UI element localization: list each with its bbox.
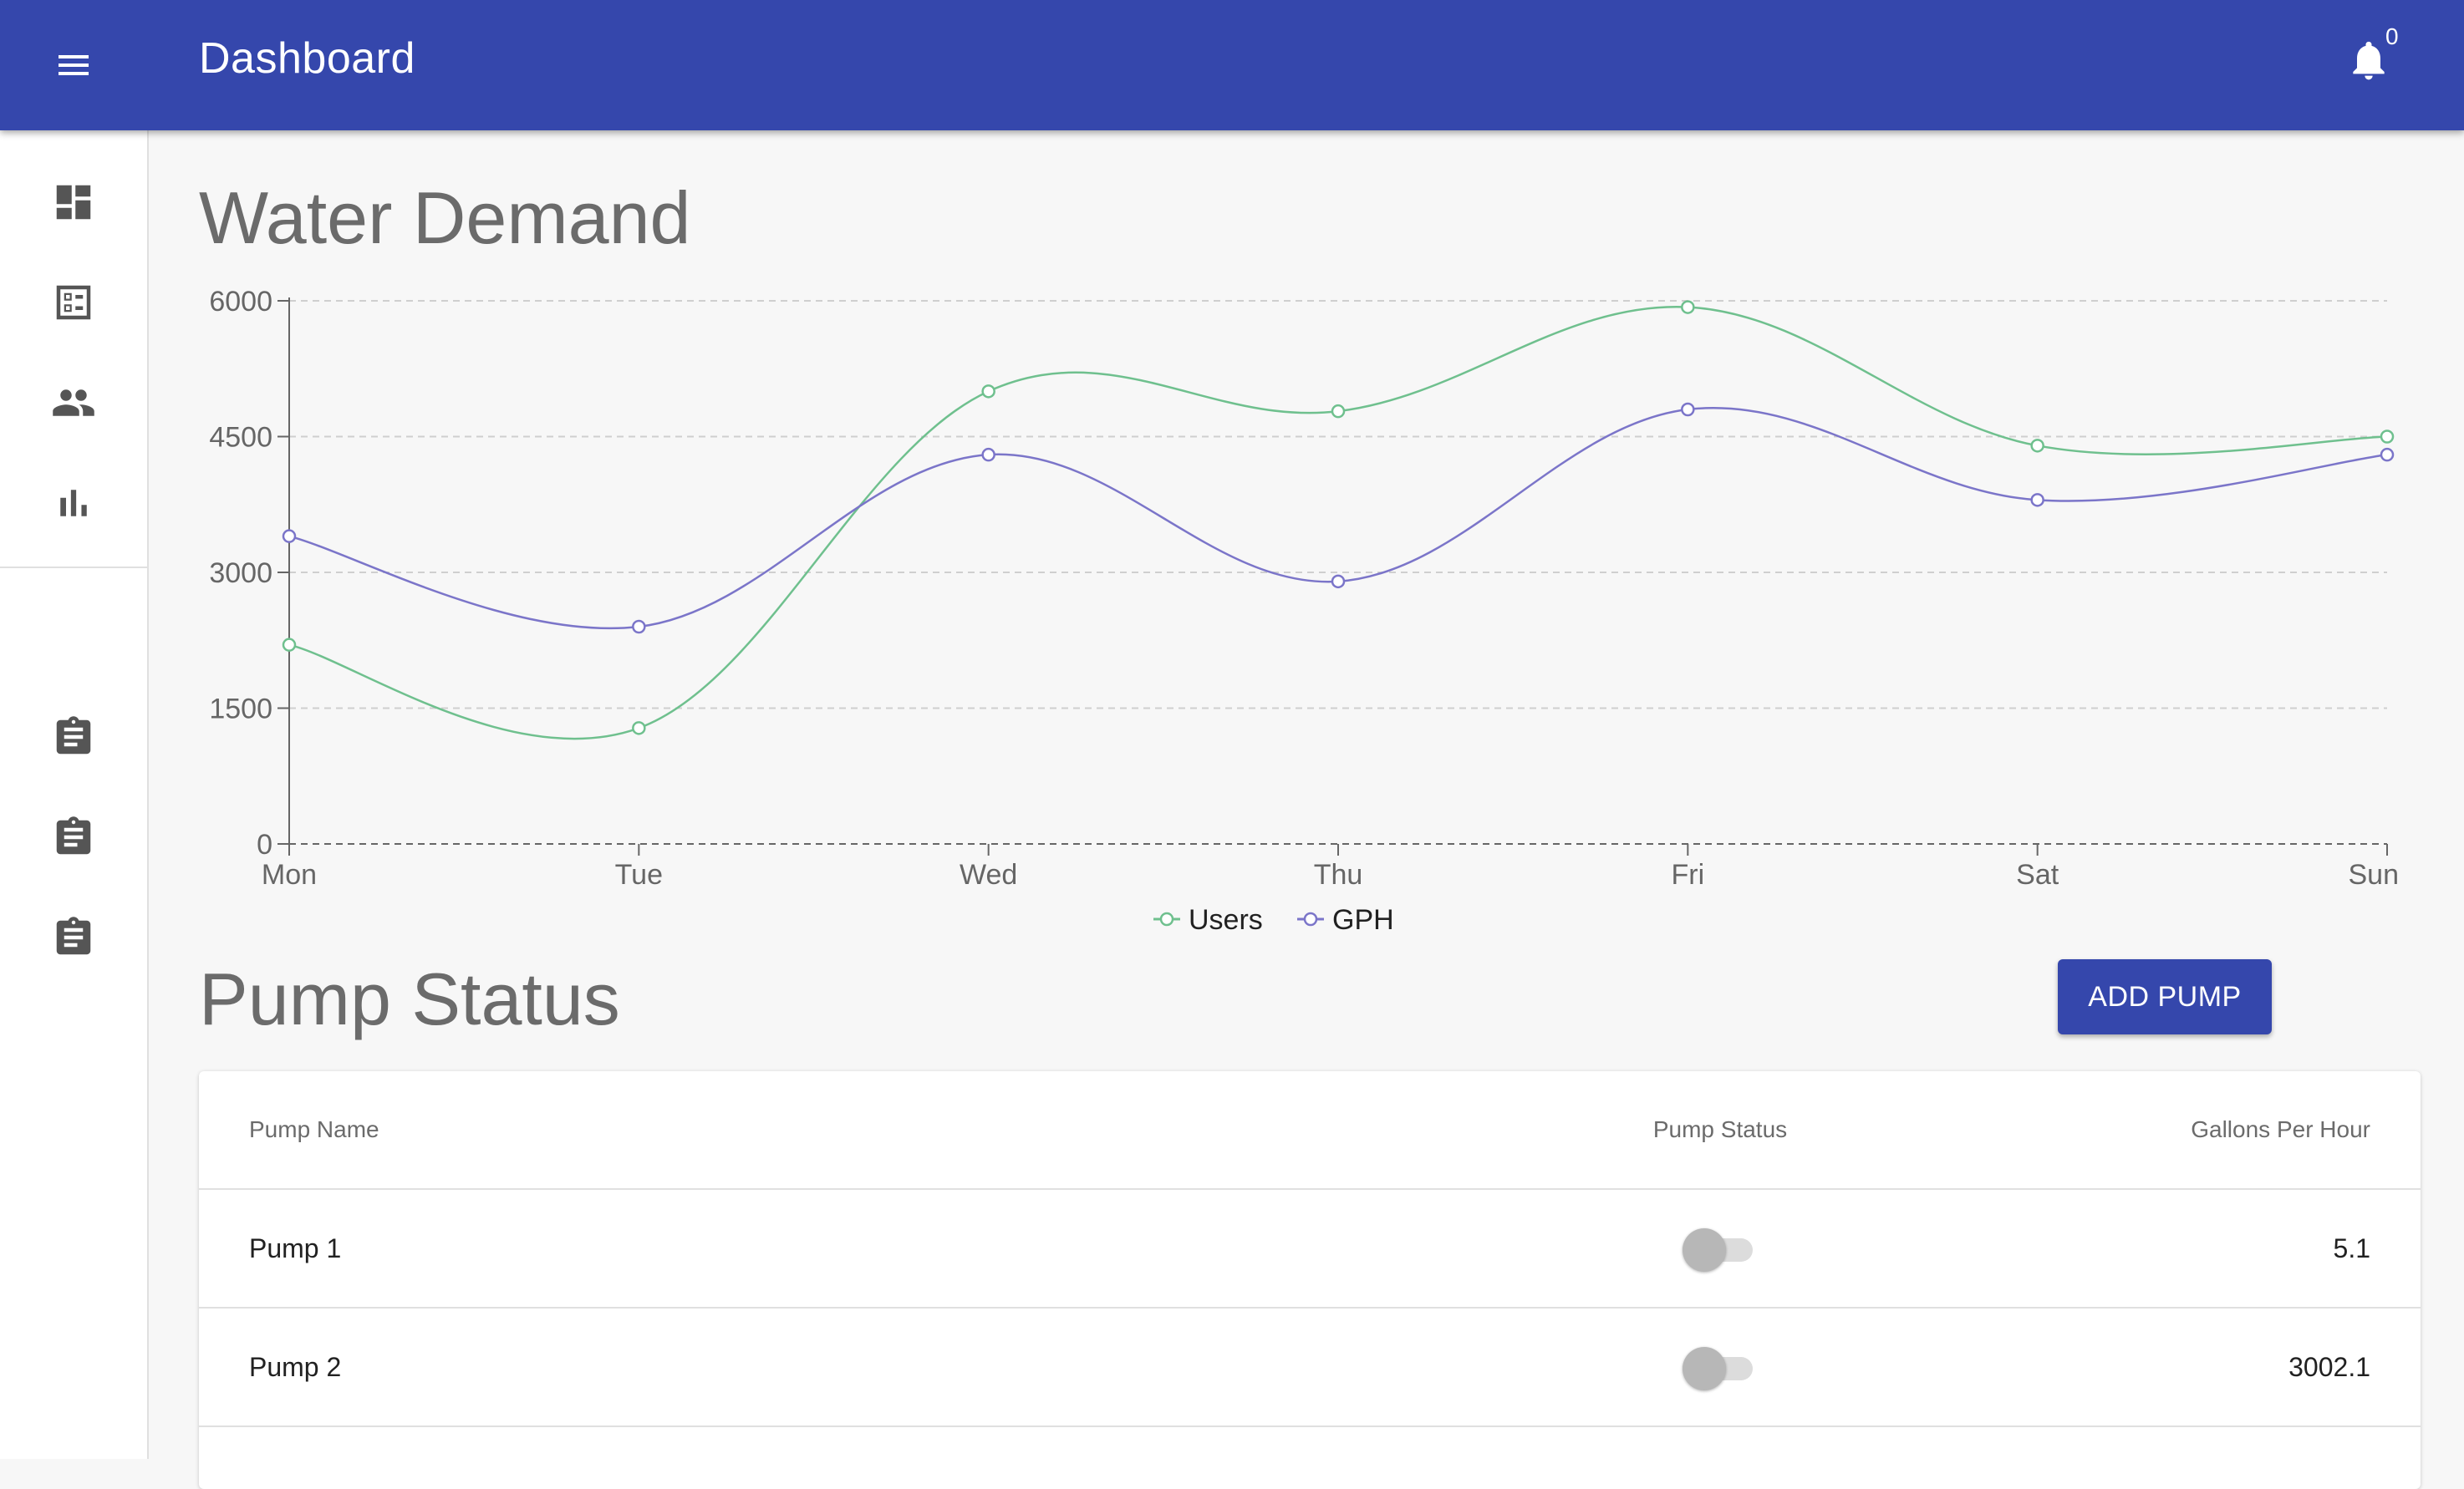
data-point-gph [2380, 447, 2395, 462]
x-tick-label: Wed [960, 859, 1017, 891]
data-point-users [2380, 429, 2395, 444]
notification-count: 0 [2385, 23, 2399, 49]
y-tick-label: 6000 [209, 286, 272, 318]
data-point-gph [981, 447, 995, 462]
data-point-gph [1331, 574, 1346, 589]
y-tick-label: 1500 [209, 694, 272, 725]
add-pump-button[interactable]: ADD PUMP [2058, 959, 2272, 1034]
table-row: Pump 1 5.1 [199, 1190, 2421, 1309]
toggle-thumb [1683, 1228, 1726, 1272]
data-point-users [1681, 300, 1695, 314]
legend-marker-users [1159, 912, 1174, 927]
column-header-pump-name[interactable]: Pump Name [249, 1071, 379, 1188]
gph-cell: 5.1 [2333, 1232, 2370, 1263]
y-tick-label: 0 [257, 829, 272, 861]
x-tick-label: Sat [2016, 859, 2059, 891]
series-line-users [288, 306, 2388, 740]
x-tick-label: Mon [262, 859, 317, 891]
app-title: Dashboard [199, 34, 415, 83]
menu-button[interactable] [47, 40, 100, 90]
legend-marker-gph [1303, 912, 1318, 927]
column-header-gph[interactable]: Gallons Per Hour [2191, 1071, 2370, 1188]
pump-status-cell [1453, 1309, 1988, 1425]
toggle-thumb [1683, 1347, 1726, 1390]
pump-table: Pump Name Pump Status Gallons Per Hour P… [199, 1071, 2421, 1489]
column-header-pump-status[interactable]: Pump Status [1453, 1071, 1988, 1188]
pump-name-cell: Pump 2 [249, 1351, 342, 1382]
legend-label-users: Users [1189, 904, 1263, 936]
gph-cell: 3002.1 [2288, 1351, 2370, 1382]
app-bar: Dashboard 0 [0, 0, 2464, 130]
series-line-gph [288, 407, 2388, 630]
x-tick-label: Tue [615, 859, 663, 891]
x-tick-label: Fri [1672, 859, 1705, 891]
legend-label-gph: GPH [1332, 904, 1394, 936]
pump-status-cell [1453, 1190, 1988, 1307]
data-point-gph [2030, 493, 2044, 507]
data-point-gph [632, 619, 646, 634]
y-tick-label: 3000 [209, 557, 272, 589]
y-tick-label: 4500 [209, 422, 272, 454]
table-header-row: Pump Name Pump Status Gallons Per Hour [199, 1071, 2421, 1190]
pump-status-toggle[interactable] [1683, 1342, 1758, 1392]
data-point-users [632, 721, 646, 735]
x-tick-label: Thu [1314, 859, 1363, 891]
x-tick-label: Sun [2349, 859, 2400, 891]
data-point-users [1331, 404, 1346, 419]
data-point-users [282, 638, 297, 652]
data-point-users [2030, 439, 2044, 453]
pump-status-toggle[interactable] [1683, 1223, 1758, 1273]
data-point-gph [1681, 402, 1695, 417]
pump-status-title: Pump Status [199, 958, 620, 1040]
pump-name-cell: Pump 1 [249, 1232, 342, 1263]
data-point-users [981, 384, 995, 399]
water-demand-chart: 0 1500 3000 4500 6000 Mon Tue Wed Thu Fri Sat Sun Us… [209, 286, 2400, 936]
menu-icon [59, 55, 89, 75]
table-row: Pump 2 3002.1 [199, 1309, 2421, 1427]
data-point-gph [282, 529, 297, 543]
